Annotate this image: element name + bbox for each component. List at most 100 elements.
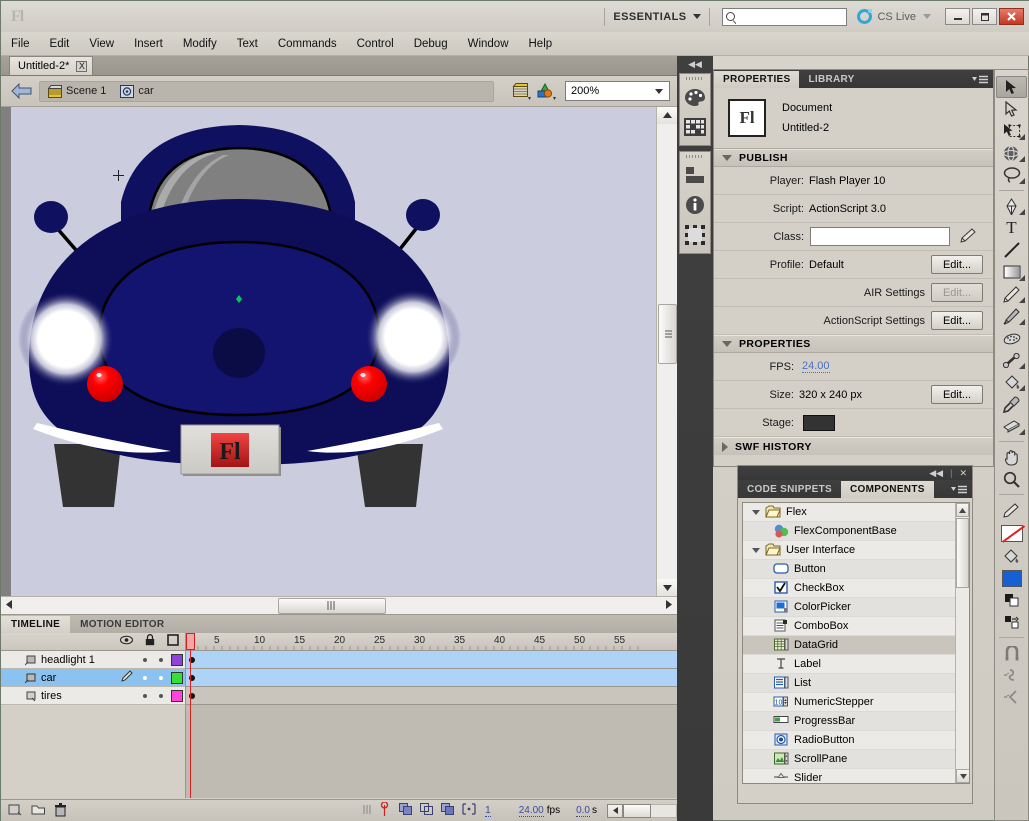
document-tab[interactable]: Untitled-2* X [9,56,93,75]
scrollbar-thumb[interactable] [623,804,651,818]
frame-row-headlight-1[interactable] [186,651,677,669]
pen-tool[interactable] [996,195,1027,217]
menu-edit[interactable]: Edit [40,35,80,53]
menu-control[interactable]: Control [347,35,404,53]
collapse-panels-icon[interactable]: ◀◀ [677,56,713,73]
tab-components[interactable]: COMPONENTS [841,481,934,498]
scroll-down-button[interactable] [956,769,970,783]
canvas-horizontal-scrollbar[interactable] [1,596,677,614]
layer-row-tires[interactable]: tires [1,687,185,705]
profile-edit-button[interactable]: Edit... [931,255,983,274]
playhead-handle[interactable] [186,633,195,650]
scroll-down-button[interactable] [657,579,678,596]
stroke-color-swatch[interactable] [996,499,1027,521]
menu-help[interactable]: Help [519,35,563,53]
tab-code-snippets[interactable]: CODE SNIPPETS [738,481,841,498]
properties-section-header[interactable]: PROPERTIES [714,335,993,353]
text-tool[interactable]: T [996,217,1027,239]
free-transform-tool[interactable] [996,120,1027,142]
components-scrollbar[interactable] [955,503,969,783]
chevron-down-icon[interactable] [923,14,931,19]
fill-color-swatch[interactable] [996,567,1027,589]
color-palette-icon[interactable] [680,82,710,112]
new-folder-icon[interactable] [31,803,47,819]
rectangle-tool[interactable] [996,261,1027,283]
layer-visibility-toggle[interactable] [137,694,153,698]
menu-modify[interactable]: Modify [173,35,227,53]
tree-item-flexcomponentbase[interactable]: FlexComponentBase [743,522,969,541]
layer-row-headlight-1[interactable]: headlight 1 [1,651,185,669]
tab-properties[interactable]: PROPERTIES [714,71,799,88]
menu-view[interactable]: View [79,35,124,53]
frame-row-car[interactable] [186,669,677,687]
line-tool[interactable] [996,239,1027,261]
brush-tool[interactable] [996,305,1027,327]
close-icon[interactable]: ✕ [959,468,967,479]
fps-value[interactable]: 24.00 [802,360,830,373]
tree-item-datagrid[interactable]: DataGrid [743,636,969,655]
size-edit-button[interactable]: Edit... [931,385,983,404]
tree-item-list[interactable]: List [743,674,969,693]
eye-icon[interactable] [120,635,133,648]
current-frame-value[interactable]: 1 [485,805,491,817]
bone-tool[interactable] [996,349,1027,371]
search-input[interactable] [722,8,847,26]
tree-folder-user-interface[interactable]: User Interface [743,541,969,560]
tree-item-label[interactable]: Label [743,655,969,674]
playhead[interactable] [190,633,191,798]
scrollbar-thumb[interactable] [956,518,969,588]
tree-item-checkbox[interactable]: CheckBox [743,579,969,598]
eraser-tool[interactable] [996,415,1027,437]
player-value[interactable]: Flash Player 10 [809,175,885,187]
layer-color-swatch[interactable] [169,672,185,684]
outline-icon[interactable] [167,634,179,649]
menu-commands[interactable]: Commands [268,35,347,53]
close-icon[interactable]: X [76,61,87,72]
layer-lock-toggle[interactable] [153,676,169,680]
onion-skin-icon[interactable] [399,803,413,818]
frame-grid[interactable]: 1 5 10 15 20 25 30 35 40 45 50 55 [186,633,677,798]
panel-menu-icon[interactable] [951,485,967,498]
breadcrumb-symbol[interactable]: car [120,85,153,98]
zoom-tool[interactable] [996,468,1027,490]
layer-lock-toggle[interactable] [153,694,169,698]
swap-colors-icon[interactable] [996,611,1027,633]
workspace-switcher-label[interactable]: ESSENTIALS [613,11,686,23]
panel-menu-icon[interactable] [972,75,988,88]
delete-layer-icon[interactable] [54,803,70,819]
black-and-white-icon[interactable] [996,589,1027,611]
fps-value[interactable]: 24.00 [519,805,544,817]
layer-color-swatch[interactable] [169,654,185,666]
tree-item-radiobutton[interactable]: RadioButton [743,731,969,750]
tree-item-colorpicker[interactable]: ColorPicker [743,598,969,617]
tree-item-scrollpane[interactable]: ScrollPane [743,750,969,769]
layer-visibility-toggle[interactable] [137,658,153,662]
edit-scene-icon[interactable] [511,81,533,101]
scroll-up-button[interactable] [956,503,969,517]
tree-item-button[interactable]: Button [743,560,969,579]
menu-file[interactable]: File [1,35,40,53]
transform-icon[interactable] [680,220,710,250]
back-arrow-icon[interactable] [11,83,32,99]
no-color-swatch[interactable] [996,521,1027,545]
cs-live-button[interactable]: CS Live [857,9,931,24]
deco-tool[interactable] [996,327,1027,349]
triangle-down-icon[interactable] [752,548,760,553]
actionscript-settings-edit-button[interactable]: Edit... [931,311,983,330]
close-button[interactable] [999,8,1024,25]
timeline-resize-grip[interactable] [363,804,374,818]
scroll-left-button[interactable] [6,600,13,612]
tree-item-numericstepper[interactable]: 10 NumericStepper [743,693,969,712]
align-icon[interactable] [680,160,710,190]
swf-history-section-header[interactable]: SWF HISTORY [714,437,993,455]
collapse-icon[interactable]: ◀◀ [929,468,943,479]
info-icon[interactable] [680,190,710,220]
lasso-tool[interactable] [996,164,1027,186]
components-tree[interactable]: Flex FlexComponentBase User Interface [742,502,970,784]
layer-lock-toggle[interactable] [153,658,169,662]
snap-to-objects-icon[interactable] [996,642,1027,664]
menu-window[interactable]: Window [458,35,519,53]
layer-color-swatch[interactable] [169,690,185,702]
frame-row-tires[interactable] [186,687,677,705]
minimize-button[interactable] [945,8,970,25]
